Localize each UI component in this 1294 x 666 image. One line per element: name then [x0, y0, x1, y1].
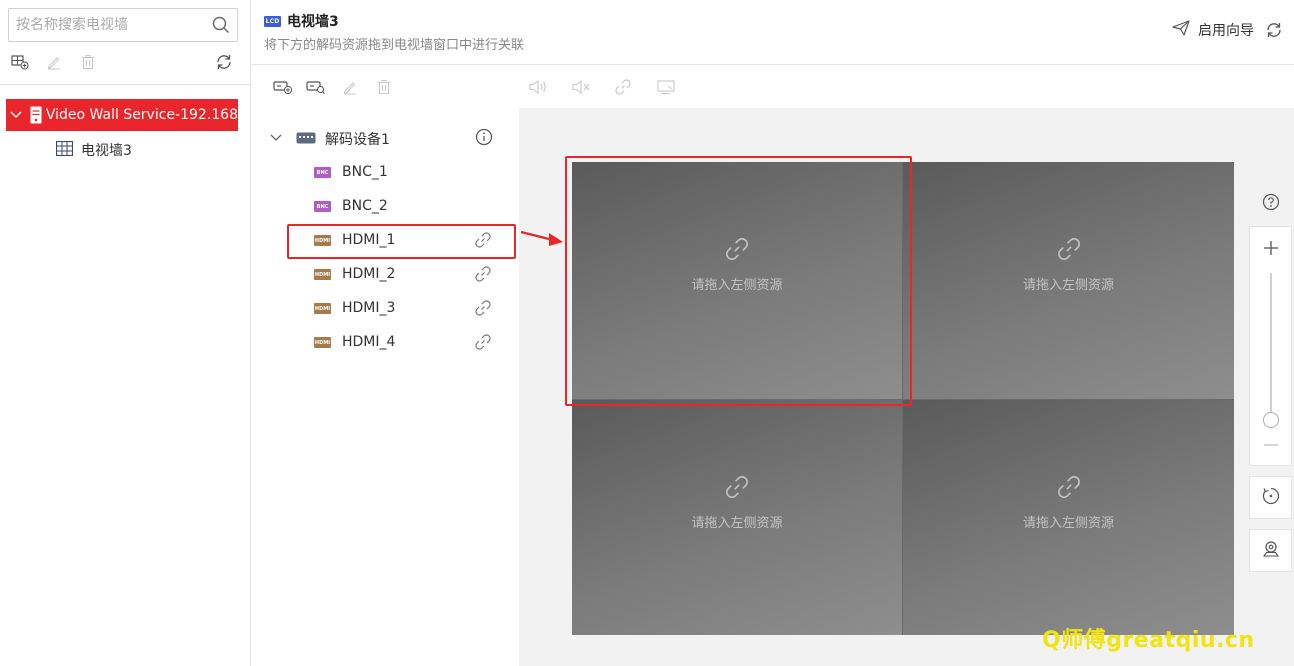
channel-label: HDMI_4 [342, 334, 396, 350]
drop-hint: 请拖入左侧资源 [691, 516, 783, 531]
add-device-icon[interactable] [272, 77, 294, 97]
add-wall-icon[interactable] [10, 52, 30, 72]
page-subtitle: 将下方的解码资源拖到电视墙窗口中进行关联 [264, 38, 525, 53]
send-icon [1172, 20, 1190, 40]
wall-window[interactable]: 请拖入左侧资源 [903, 162, 1234, 399]
wizard-label: 启用向导 [1198, 23, 1254, 39]
highlight-box [287, 224, 516, 259]
search-device-icon[interactable] [305, 77, 327, 97]
link-icon [724, 474, 750, 504]
volume-icon[interactable] [527, 77, 549, 97]
hdmi-icon: HDMI [314, 337, 331, 348]
wall-window[interactable]: 请拖入左侧资源 [572, 399, 903, 635]
search-icon[interactable] [205, 9, 237, 41]
link-icon[interactable] [474, 299, 492, 321]
zoom-control [1249, 226, 1292, 466]
server-icon [26, 106, 46, 124]
refresh-icon[interactable] [1264, 20, 1284, 40]
chevron-down-icon[interactable] [6, 111, 26, 119]
tree-node-video-wall-service[interactable]: Video Wall Service-192.168 [6, 99, 238, 131]
channel-row[interactable]: BNC BNC_1 [252, 159, 518, 187]
left-toolbar [10, 52, 238, 72]
zoom-slider-handle[interactable] [1263, 412, 1279, 428]
search-box [8, 8, 238, 42]
lcd-icon: LCD [264, 15, 281, 27]
mute-icon[interactable] [570, 77, 592, 97]
page-title: LCD 电视墙3 [264, 11, 339, 31]
screen-icon[interactable] [655, 77, 677, 97]
link-icon [1056, 236, 1082, 266]
tree-node-video-wall[interactable]: 电视墙3 [55, 138, 132, 162]
decoder-tree: 解码设备1 BNC BNC_1 BNC BNC_2 HDMI HDMI_1 HD… [252, 108, 518, 666]
drop-hint: 请拖入左侧资源 [1022, 516, 1114, 531]
decoder-icon [296, 132, 316, 148]
delete-icon[interactable] [78, 52, 98, 72]
tree-node-label: 电视墙3 [81, 143, 132, 159]
zoom-in-icon[interactable] [1261, 238, 1281, 258]
link-icon[interactable] [474, 265, 492, 287]
link-icon [1056, 474, 1082, 504]
highlight-box [565, 156, 912, 406]
divider [0, 84, 251, 85]
edit-icon[interactable] [339, 77, 361, 97]
arrow-annotation [519, 226, 565, 250]
bnc-icon: BNC [314, 167, 331, 178]
decoder-label: 解码设备1 [325, 132, 390, 148]
info-icon[interactable] [475, 128, 493, 150]
grid-icon [55, 140, 74, 160]
channel-row[interactable]: HDMI HDMI_4 [252, 329, 518, 357]
channel-row[interactable]: BNC BNC_2 [252, 193, 518, 221]
channel-row[interactable]: HDMI HDMI_2 [252, 261, 518, 289]
channel-label: BNC_2 [342, 198, 388, 214]
drop-hint: 请拖入左侧资源 [1022, 278, 1114, 293]
watermark: Q师傅greatqiu.cn [1042, 628, 1255, 653]
tree-node-decoder[interactable]: 解码设备1 [252, 124, 518, 152]
search-input[interactable] [9, 10, 205, 40]
channel-row[interactable]: HDMI HDMI_3 [252, 295, 518, 323]
page-title-text: 电视墙3 [287, 14, 339, 30]
locate-icon [1261, 539, 1281, 563]
rotate-icon [1261, 486, 1281, 510]
locate-button[interactable] [1249, 529, 1292, 572]
refresh-icon[interactable] [214, 52, 234, 72]
video-wall-canvas: 请拖入左侧资源 请拖入左侧资源 请拖入左侧资源 请拖入左侧资源 [519, 108, 1294, 666]
wizard-button[interactable]: 启用向导 [1172, 20, 1254, 40]
channel-label: HDMI_3 [342, 300, 396, 316]
help-icon[interactable] [1259, 190, 1283, 214]
zoom-slider-track[interactable] [1270, 273, 1272, 423]
edit-icon[interactable] [44, 52, 64, 72]
hdmi-icon: HDMI [314, 303, 331, 314]
tree-node-label: Video Wall Service-192.168 [45, 107, 238, 123]
main-toolbar [252, 66, 1294, 108]
link-icon[interactable] [474, 333, 492, 355]
zoom-out-icon[interactable] [1261, 435, 1281, 455]
wall-window[interactable]: 请拖入左侧资源 [903, 399, 1234, 635]
delete-icon[interactable] [373, 77, 395, 97]
page-header: LCD 电视墙3 将下方的解码资源拖到电视墙窗口中进行关联 启用向导 [252, 0, 1294, 65]
chevron-down-icon[interactable] [270, 130, 282, 146]
hdmi-icon: HDMI [314, 269, 331, 280]
link-icon[interactable] [612, 77, 634, 97]
channel-label: HDMI_2 [342, 266, 396, 282]
rotate-button[interactable] [1249, 476, 1292, 519]
channel-label: BNC_1 [342, 164, 388, 180]
bnc-icon: BNC [314, 201, 331, 212]
left-panel: Video Wall Service-192.168 电视墙3 [0, 0, 251, 666]
